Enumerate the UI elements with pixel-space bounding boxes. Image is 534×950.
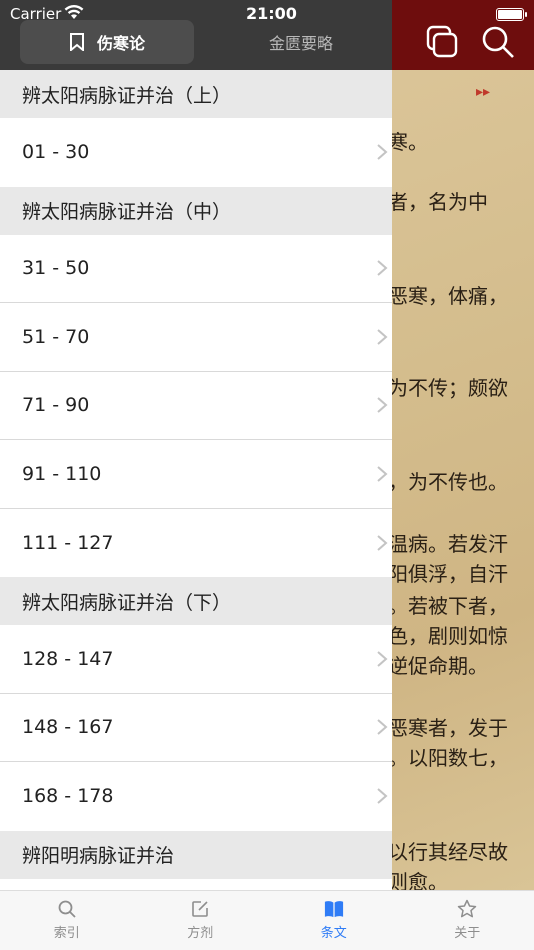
reader-text-line: 寒。 xyxy=(392,130,428,154)
chevron-right-icon xyxy=(377,465,388,482)
reader-text-line: 温病。若发汗 xyxy=(392,532,508,556)
search-icon xyxy=(58,900,76,918)
chapter-list: 辨太阳病脉证并治（上） 01 - 30 辨太阳病脉证并治（中） 31 - 50 51 -… xyxy=(0,70,392,879)
chapter-row[interactable]: 91 - 110 xyxy=(0,440,392,509)
wifi-icon xyxy=(64,4,84,24)
reader-text-line: 者，名为中 xyxy=(392,190,488,214)
bookmark-icon xyxy=(69,33,84,51)
reader-text-line: ，为不传也。 xyxy=(392,470,508,494)
tab-about[interactable]: 关于 xyxy=(401,891,534,950)
index-drawer: 伤寒论 金匮要略 辨太阳病脉证并治（上） 01 - 30 辨太阳病脉证并治（中） 31… xyxy=(0,0,392,890)
section-header: 辨阳明病脉证并治 xyxy=(0,830,392,879)
chevron-right-icon xyxy=(377,260,388,277)
reader-text-line: 阳俱浮，自汗 xyxy=(392,562,508,586)
battery-icon xyxy=(496,8,527,21)
chapter-row[interactable]: 148 - 167 xyxy=(0,693,392,762)
tab-bar: 索引 方剂 条文 关于 xyxy=(0,890,534,950)
chapter-row[interactable]: 71 - 90 xyxy=(0,371,392,440)
chapter-range-label: 01 - 30 xyxy=(22,141,90,164)
reader-text-line: 色，剧则如惊 xyxy=(392,624,508,648)
tab-prescriptions[interactable]: 方剂 xyxy=(134,891,268,950)
tab-label: 索引 xyxy=(53,926,80,941)
chapter-range-label: 128 - 147 xyxy=(22,647,114,670)
star-icon xyxy=(458,899,477,918)
edit-icon xyxy=(192,901,209,917)
chevron-right-icon xyxy=(377,144,388,161)
chevron-right-icon xyxy=(377,328,388,345)
chapter-range-label: 168 - 178 xyxy=(22,785,114,808)
reader-text-line: 逆促命期。 xyxy=(392,654,488,678)
section-header: 辨太阳病脉证并治（上） xyxy=(0,70,392,118)
reader-pane: ▸▸ 寒。者，名为中恶寒，体痛， 为不传；颇欲 ，为不传也。 温病。若发汗 阳俱浮，自汗… xyxy=(392,0,534,890)
chapter-row[interactable]: 128 - 147 xyxy=(0,625,392,694)
chapter-row[interactable]: 111 - 127 xyxy=(0,508,392,577)
chapter-row[interactable]: 51 - 70 xyxy=(0,303,392,372)
status-time: 21:00 xyxy=(246,4,297,23)
chapter-range-label: 31 - 50 xyxy=(22,257,90,280)
book-icon xyxy=(324,901,343,918)
reader-text-line: 恶寒者，发于 xyxy=(392,716,508,740)
tab-index[interactable]: 索引 xyxy=(0,891,134,950)
tab-label: 金匮要略 xyxy=(268,34,333,53)
chevron-right-icon xyxy=(377,788,388,805)
tab-label: 条文 xyxy=(320,926,347,941)
reader-text-line: 恶寒，体痛， xyxy=(392,284,508,308)
chevron-right-icon xyxy=(377,397,388,414)
chapter-range-label: 111 - 127 xyxy=(22,531,114,554)
chevron-right-icon xyxy=(377,534,388,551)
reader-text-line: 。以阳数七， xyxy=(392,746,508,770)
status-bar: Carrier 21:00 xyxy=(0,0,534,28)
tab-label: 伤寒论 xyxy=(96,34,145,53)
chapter-row[interactable]: 168 - 178 xyxy=(0,762,392,831)
chapter-range-label: 51 - 70 xyxy=(22,325,90,348)
reader-text-line: 以行其经尽故 xyxy=(392,840,508,864)
chapter-range-label: 91 - 110 xyxy=(22,462,102,485)
chapter-row[interactable]: 01 - 30 xyxy=(0,118,392,187)
search-icon[interactable] xyxy=(480,24,516,60)
section-header: 辨太阳病脉证并治（中） xyxy=(0,186,392,235)
chapter-row[interactable]: 31 - 50 xyxy=(0,234,392,303)
chevron-right-icon xyxy=(377,650,388,667)
tab-label: 关于 xyxy=(454,926,481,941)
chapter-range-label: 148 - 167 xyxy=(22,716,114,739)
tab-label: 方剂 xyxy=(187,926,214,941)
reader-text-line: 则愈。 xyxy=(392,870,448,890)
section-header: 辨太阳病脉证并治（下） xyxy=(0,577,392,625)
copy-icon[interactable] xyxy=(424,24,460,60)
reader-text-line: 。若被下者， xyxy=(392,594,508,618)
chapter-range-label: 71 - 90 xyxy=(22,394,90,417)
chevron-right-icon xyxy=(377,719,388,736)
reader-text-line: 为不传；颇欲 xyxy=(392,376,508,400)
carrier-label: Carrier xyxy=(10,5,62,23)
fast-forward-marker: ▸▸ xyxy=(476,84,491,100)
tab-articles[interactable]: 条文 xyxy=(267,891,401,950)
